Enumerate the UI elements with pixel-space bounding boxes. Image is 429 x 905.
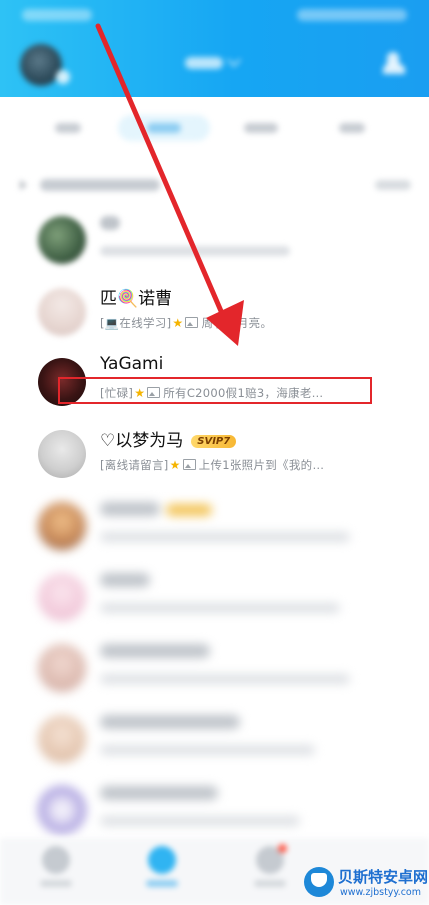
contact-row[interactable] <box>0 634 429 704</box>
status-bar-left <box>22 9 92 21</box>
tab-1[interactable] <box>38 115 98 141</box>
status-bar <box>0 6 429 28</box>
avatar <box>38 715 86 763</box>
contact-tabs <box>0 105 429 151</box>
contact-name <box>100 502 160 516</box>
contact-message <box>100 603 340 613</box>
avatar <box>38 644 86 692</box>
contact-message: [离线请留言]★ 上传1张照片到《我的… <box>100 457 324 473</box>
contact-message-text: 周了的月亮。 <box>201 316 273 330</box>
watermark-url: www.zjbstyy.com <box>340 887 421 898</box>
watermark-logo-icon <box>304 867 334 897</box>
star-icon: ★ <box>169 458 181 472</box>
contacts-icon <box>148 846 176 874</box>
avatar <box>38 786 86 834</box>
image-icon <box>182 459 196 470</box>
tab-2[interactable] <box>118 115 210 141</box>
nav-label <box>40 880 72 887</box>
contact-message <box>100 532 350 542</box>
nav-label <box>254 880 286 887</box>
contact-row[interactable] <box>0 563 429 633</box>
status-bar-right <box>297 9 407 21</box>
contact-status: [💻在线学习] <box>100 316 172 330</box>
contact-row[interactable]: 匹🍭诺曹 [💻在线学习]★ 周了的月亮。 <box>0 278 429 348</box>
avatar <box>38 573 86 621</box>
contact-name <box>100 216 120 230</box>
tab-3[interactable] <box>230 115 292 141</box>
star-icon: ★ <box>172 316 184 330</box>
contact-message <box>100 674 350 684</box>
contact-message <box>100 816 300 826</box>
contact-name <box>100 573 150 587</box>
contact-name: YaGami <box>100 354 164 374</box>
contact-row[interactable] <box>0 705 429 775</box>
avatar <box>38 430 86 478</box>
nav-messages[interactable] <box>36 846 76 887</box>
expand-arrow-icon <box>20 180 27 190</box>
svip-badge: SVIP7 <box>191 435 237 448</box>
contact-status: [离线请留言] <box>100 458 169 472</box>
contact-message-text: 上传1张照片到《我的… <box>198 458 325 472</box>
contact-message <box>100 246 290 256</box>
online-status-badge <box>56 70 70 84</box>
contact-row[interactable] <box>0 776 429 846</box>
site-watermark: 贝斯特安卓网 www.zjbstyy.com <box>300 862 429 905</box>
avatar <box>38 502 86 550</box>
contact-row[interactable] <box>0 492 429 562</box>
nav-label <box>146 880 178 887</box>
contact-row[interactable]: ♡以梦为马 SVIP7 [离线请留言]★ 上传1张照片到《我的… <box>0 420 429 490</box>
contact-row[interactable] <box>0 206 429 276</box>
top-header <box>0 0 429 97</box>
add-friend-icon[interactable] <box>383 52 407 74</box>
vip-badge <box>166 504 212 516</box>
notification-dot <box>278 844 287 853</box>
avatar <box>38 216 86 264</box>
avatar <box>38 288 86 336</box>
group-name <box>40 179 160 191</box>
nav-explore[interactable] <box>250 844 290 887</box>
contact-name <box>100 786 218 800</box>
contact-name-text: ♡以梦为马 <box>100 431 184 451</box>
chevron-down-icon <box>226 52 242 68</box>
contact-message: [💻在线学习]★ 周了的月亮。 <box>100 315 272 331</box>
contact-name: 匹🍭诺曹 <box>100 289 173 309</box>
header-title-dropdown[interactable] <box>185 52 245 70</box>
group-count <box>375 180 411 190</box>
message-icon <box>42 846 70 874</box>
contact-name <box>100 644 210 658</box>
nav-contacts[interactable] <box>142 846 182 887</box>
image-icon <box>185 317 199 328</box>
header-title-text <box>185 57 223 69</box>
friend-group-header[interactable] <box>0 172 429 198</box>
contact-name <box>100 715 240 729</box>
tab-4[interactable] <box>322 115 382 141</box>
contact-name: ♡以梦为马 SVIP7 <box>100 426 237 451</box>
contact-message <box>100 745 315 755</box>
highlight-box <box>58 377 372 404</box>
watermark-title: 贝斯特安卓网 <box>338 868 429 886</box>
